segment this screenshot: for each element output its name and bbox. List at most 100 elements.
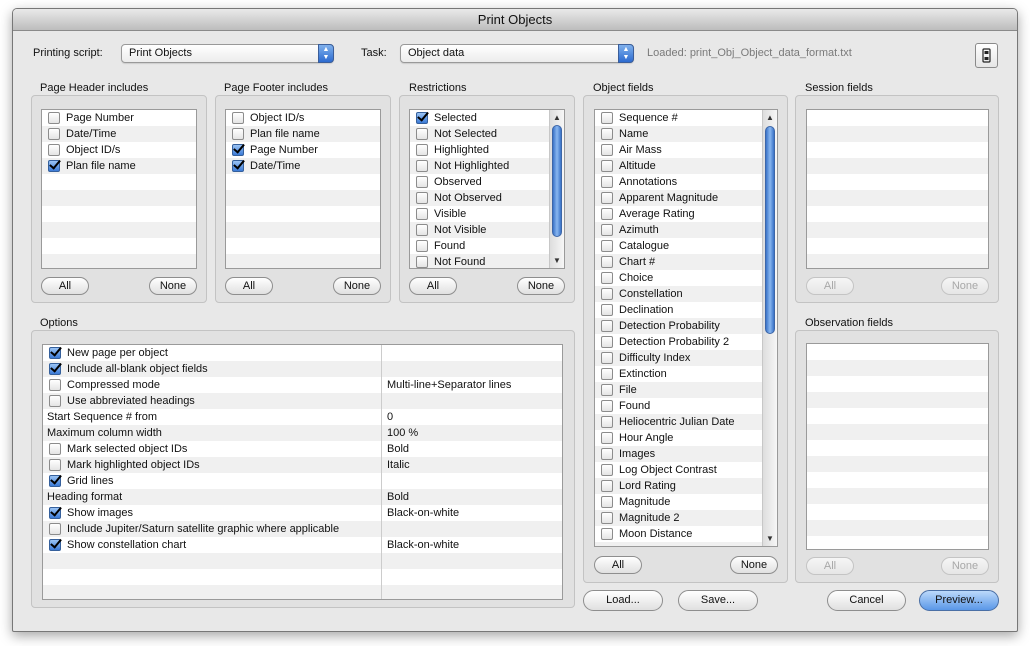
- list-item[interactable]: Date/Time: [42, 126, 196, 142]
- checkbox[interactable]: [416, 192, 428, 204]
- checkbox[interactable]: [601, 240, 613, 252]
- table-row[interactable]: Grid lines: [43, 473, 562, 489]
- list-item[interactable]: Visible: [410, 206, 549, 222]
- checkbox[interactable]: [49, 443, 61, 455]
- checkbox[interactable]: [601, 384, 613, 396]
- checkbox[interactable]: [601, 528, 613, 540]
- checkbox[interactable]: [49, 379, 61, 391]
- checkbox[interactable]: [232, 128, 244, 140]
- checkbox[interactable]: [601, 400, 613, 412]
- page-footer-none-button[interactable]: None: [333, 277, 381, 295]
- list-item[interactable]: Not Found: [410, 254, 549, 268]
- checkbox[interactable]: [49, 539, 61, 551]
- checkbox[interactable]: [48, 144, 60, 156]
- list-item[interactable]: Plan file name: [226, 126, 380, 142]
- list-item[interactable]: Altitude: [595, 158, 762, 174]
- session-fields-all-button[interactable]: All: [806, 277, 854, 295]
- list-item[interactable]: Azimuth: [595, 222, 762, 238]
- list-item[interactable]: Not Highlighted: [410, 158, 549, 174]
- page-footer-all-button[interactable]: All: [225, 277, 273, 295]
- checkbox[interactable]: [416, 160, 428, 172]
- list-item[interactable]: Observed: [410, 174, 549, 190]
- checkbox[interactable]: [601, 192, 613, 204]
- checkbox[interactable]: [48, 128, 60, 140]
- option-value[interactable]: Bold: [387, 441, 409, 457]
- list-item[interactable]: Page Number: [226, 142, 380, 158]
- object-fields-scrollbar[interactable]: ▲ ▼: [762, 110, 777, 546]
- checkbox[interactable]: [416, 176, 428, 188]
- list-item[interactable]: Extinction: [595, 366, 762, 382]
- checkbox[interactable]: [416, 256, 428, 268]
- save-button[interactable]: Save...: [678, 590, 758, 611]
- list-item[interactable]: Not Observed: [410, 190, 549, 206]
- checkbox[interactable]: [49, 523, 61, 535]
- observation-fields-none-button[interactable]: None: [941, 557, 989, 575]
- checkbox[interactable]: [601, 448, 613, 460]
- table-row[interactable]: Mark highlighted object IDs Italic: [43, 457, 562, 473]
- scroll-down-icon[interactable]: ▼: [550, 254, 564, 267]
- task-popup[interactable]: Object data ▲ ▼: [400, 44, 634, 63]
- load-button[interactable]: Load...: [583, 590, 663, 611]
- option-value[interactable]: Black-on-white: [387, 505, 459, 521]
- list-item[interactable]: Not Visible: [410, 222, 549, 238]
- scroll-up-icon[interactable]: ▲: [763, 111, 777, 124]
- list-item[interactable]: Detection Probability: [595, 318, 762, 334]
- checkbox[interactable]: [601, 496, 613, 508]
- list-item[interactable]: Plan file name: [42, 158, 196, 174]
- scroll-thumb[interactable]: [765, 126, 775, 334]
- restrictions-all-button[interactable]: All: [409, 277, 457, 295]
- option-value[interactable]: Bold: [387, 489, 409, 505]
- checkbox[interactable]: [601, 352, 613, 364]
- checkbox[interactable]: [601, 224, 613, 236]
- list-item[interactable]: Selected: [410, 110, 549, 126]
- checkbox[interactable]: [601, 368, 613, 380]
- checkbox[interactable]: [601, 288, 613, 300]
- checkbox[interactable]: [416, 144, 428, 156]
- checkbox[interactable]: [49, 363, 61, 375]
- list-item[interactable]: Magnitude 2: [595, 510, 762, 526]
- checkbox[interactable]: [601, 112, 613, 124]
- list-item[interactable]: Catalogue: [595, 238, 762, 254]
- observation-fields-all-button[interactable]: All: [806, 557, 854, 575]
- checkbox[interactable]: [601, 304, 613, 316]
- list-item[interactable]: Images: [595, 446, 762, 462]
- list-item[interactable]: Object ID/s: [42, 142, 196, 158]
- checkbox[interactable]: [601, 256, 613, 268]
- list-item[interactable]: Object ID/s: [226, 110, 380, 126]
- table-row[interactable]: Maximum column width 100 %: [43, 425, 562, 441]
- printing-script-popup[interactable]: Print Objects ▲ ▼: [121, 44, 334, 63]
- list-item[interactable]: Moon Distance: [595, 526, 762, 542]
- table-row[interactable]: Show images Black-on-white: [43, 505, 562, 521]
- checkbox[interactable]: [601, 480, 613, 492]
- list-item[interactable]: Found: [410, 238, 549, 254]
- checkbox[interactable]: [416, 224, 428, 236]
- restrictions-none-button[interactable]: None: [517, 277, 565, 295]
- scroll-up-icon[interactable]: ▲: [550, 111, 564, 124]
- list-item[interactable]: Constellation: [595, 286, 762, 302]
- list-item[interactable]: Magnitude: [595, 494, 762, 510]
- list-item[interactable]: Heliocentric Julian Date: [595, 414, 762, 430]
- option-value[interactable]: Multi-line+Separator lines: [387, 377, 511, 393]
- list-item[interactable]: Apparent Magnitude: [595, 190, 762, 206]
- list-item[interactable]: Highlighted: [410, 142, 549, 158]
- table-row[interactable]: Compressed mode Multi-line+Separator line…: [43, 377, 562, 393]
- table-row[interactable]: Use abbreviated headings: [43, 393, 562, 409]
- list-item[interactable]: Found: [595, 398, 762, 414]
- object-fields-all-button[interactable]: All: [594, 556, 642, 574]
- checkbox[interactable]: [601, 512, 613, 524]
- list-item[interactable]: Sequence #: [595, 110, 762, 126]
- checkbox[interactable]: [49, 507, 61, 519]
- preview-button[interactable]: Preview...: [919, 590, 999, 611]
- list-item[interactable]: Average Rating: [595, 206, 762, 222]
- scroll-thumb[interactable]: [552, 125, 562, 237]
- page-header-all-button[interactable]: All: [41, 277, 89, 295]
- checkbox[interactable]: [601, 320, 613, 332]
- checkbox[interactable]: [601, 128, 613, 140]
- list-item[interactable]: Date/Time: [226, 158, 380, 174]
- checkbox[interactable]: [49, 347, 61, 359]
- list-item[interactable]: Chart #: [595, 254, 762, 270]
- table-row[interactable]: Heading format Bold: [43, 489, 562, 505]
- settings-switch-button[interactable]: [975, 43, 998, 68]
- checkbox[interactable]: [601, 144, 613, 156]
- cancel-button[interactable]: Cancel: [827, 590, 906, 611]
